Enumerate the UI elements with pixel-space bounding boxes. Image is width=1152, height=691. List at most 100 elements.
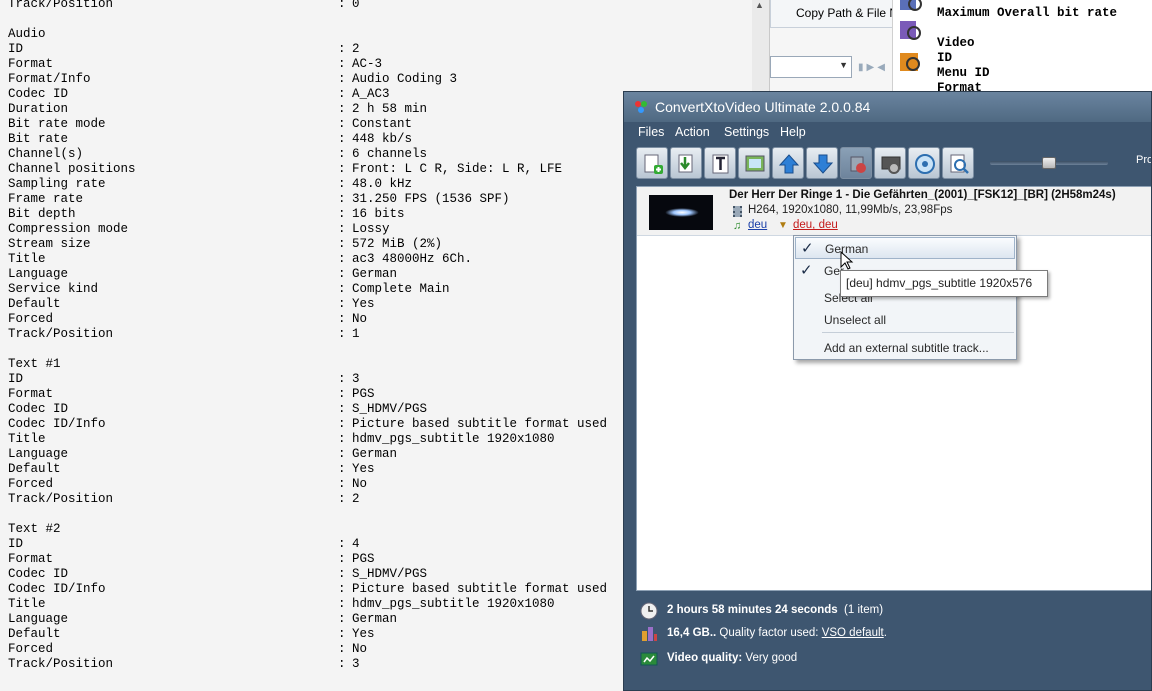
mediainfo-separator: :	[338, 552, 346, 566]
mediainfo-key: Text #2	[8, 522, 61, 536]
mediainfo-key: Title	[8, 432, 46, 446]
mediainfo-value: 4	[352, 537, 360, 551]
menu-item-add-external-subtitle[interactable]: Add an external subtitle track...	[795, 337, 1015, 359]
mediainfo-separator: :	[338, 417, 346, 431]
mediainfo-value: 3	[352, 657, 360, 671]
menu-item-unselect-all[interactable]: Unselect all	[795, 309, 1015, 331]
mediainfo-key: Language	[8, 612, 69, 626]
audio-language-link[interactable]: deu	[748, 219, 767, 231]
copy-path-button[interactable]: Copy Path & File N	[770, 0, 894, 28]
quality-factor-link[interactable]: VSO default	[822, 627, 884, 639]
mediainfo-value: A_AC3	[352, 87, 390, 101]
mediainfo-key: Format/Info	[8, 72, 91, 86]
slider-thumb[interactable]	[1042, 157, 1056, 169]
output-size: 16,4 GB..	[667, 627, 717, 639]
mediainfo-value: 448 kb/s	[352, 132, 413, 146]
mediainfo-key: Codec ID	[8, 567, 69, 581]
mediainfo-value: 572 MiB (2%)	[352, 237, 443, 251]
mediainfo-separator: :	[338, 177, 346, 191]
burn-button[interactable]	[908, 147, 940, 179]
mediainfo-key: Audio	[8, 27, 46, 41]
menu-action[interactable]: Action	[675, 125, 710, 139]
mediainfo-separator: :	[338, 402, 346, 416]
video-quality-label: Video quality:	[667, 652, 743, 664]
tree-line: Maximum Overall bit rate	[937, 6, 1118, 20]
zoom-slider[interactable]	[990, 157, 1108, 169]
app-logo-icon	[635, 101, 647, 113]
mediainfo-key: Bit rate	[8, 132, 69, 146]
mouse-cursor-icon	[840, 251, 854, 270]
clock-icon	[640, 602, 658, 620]
mediainfo-value: S_HDMV/PGS	[352, 402, 428, 416]
mediainfo-separator: :	[338, 252, 346, 266]
mediainfo-separator: :	[338, 432, 346, 446]
mediainfo-separator: :	[338, 267, 346, 281]
menu-item-german-1[interactable]: ✓ German	[795, 237, 1015, 259]
menu-help[interactable]: Help	[780, 125, 806, 139]
add-picture-icon	[745, 155, 765, 172]
preview-button[interactable]	[942, 147, 974, 179]
audio-track-icon: ♫	[733, 220, 742, 232]
mediainfo-key: Bit depth	[8, 207, 76, 221]
mediainfo-separator: :	[338, 642, 346, 656]
quality-factor-end: .	[883, 627, 887, 639]
mediainfo-value: Audio Coding 3	[352, 72, 458, 86]
mediainfo-value: 16 bits	[352, 207, 405, 221]
menu-settings[interactable]: Settings	[724, 125, 769, 139]
add-folder-button[interactable]	[670, 147, 702, 179]
subtitle-language-link[interactable]: deu, deu	[793, 219, 838, 231]
mediainfo-separator: :	[338, 57, 346, 71]
menu-files[interactable]: Files	[638, 125, 664, 139]
add-text-icon	[712, 154, 729, 174]
mediainfo-value: No	[352, 642, 368, 656]
add-text-button[interactable]	[704, 147, 736, 179]
add-file-icon	[644, 154, 663, 174]
mediainfo-separator: :	[338, 192, 346, 206]
mediainfo-value: Front: L C R, Side: L R, LFE	[352, 162, 563, 176]
background-combo[interactable]: ▼	[770, 56, 852, 78]
check-icon: ✓	[800, 262, 813, 279]
mediainfo-separator: :	[338, 447, 346, 461]
mediainfo-value: German	[352, 612, 398, 626]
scrollbar[interactable]: ▲	[752, 0, 770, 92]
mediainfo-key: ID	[8, 42, 24, 56]
mediainfo-separator: :	[338, 312, 346, 326]
mediainfo-key: ID	[8, 372, 24, 386]
chevron-down-icon: ▼	[839, 60, 848, 70]
item-count: (1 item)	[844, 604, 884, 616]
mediainfo-separator: :	[338, 117, 346, 131]
convert-icon	[850, 156, 866, 173]
mediainfo-separator: :	[338, 162, 346, 176]
settings-button[interactable]	[874, 147, 906, 179]
mediainfo-key: Stream size	[8, 237, 91, 251]
mediainfo-key: Track/Position	[8, 0, 114, 11]
scroll-up-icon[interactable]: ▲	[755, 0, 764, 10]
menu-stream-icon	[900, 53, 920, 71]
mediainfo-value: AC-3	[352, 57, 383, 71]
mediainfo-separator: :	[338, 627, 346, 641]
add-folder-icon	[678, 154, 693, 173]
title-bar[interactable]: ConvertXtoVideo Ultimate 2.0.0.84	[624, 92, 1151, 122]
quality-factor-text: Quality factor used:	[719, 627, 819, 639]
convert-button[interactable]	[840, 147, 872, 179]
mediainfo-icon	[900, 0, 922, 11]
mediainfo-key: Channel(s)	[8, 147, 84, 161]
status-area: 2 hours 58 minutes 24 seconds (1 item) 1…	[636, 596, 1151, 686]
film-icon	[733, 206, 742, 217]
tree-line: Menu ID	[937, 66, 990, 80]
mediainfo-value: ac3 48000Hz 6Ch.	[352, 252, 473, 266]
window-title: ConvertXtoVideo Ultimate 2.0.0.84	[655, 99, 871, 115]
mediainfo-separator: :	[338, 207, 346, 221]
mediainfo-value: S_HDMV/PGS	[352, 567, 428, 581]
mediainfo-value: 48.0 kHz	[352, 177, 413, 191]
mediainfo-key: Codec ID	[8, 402, 69, 416]
menu-separator	[822, 332, 1014, 333]
list-item[interactable]: Der Herr Der Ringe 1 - Die Gefährten_(20…	[637, 187, 1151, 236]
mediainfo-value: No	[352, 312, 368, 326]
add-file-button[interactable]	[636, 147, 668, 179]
move-down-button[interactable]	[806, 147, 838, 179]
add-picture-button[interactable]	[738, 147, 770, 179]
mediainfo-key: Track/Position	[8, 492, 114, 506]
move-up-button[interactable]	[772, 147, 804, 179]
video-stream-icon	[900, 21, 921, 40]
